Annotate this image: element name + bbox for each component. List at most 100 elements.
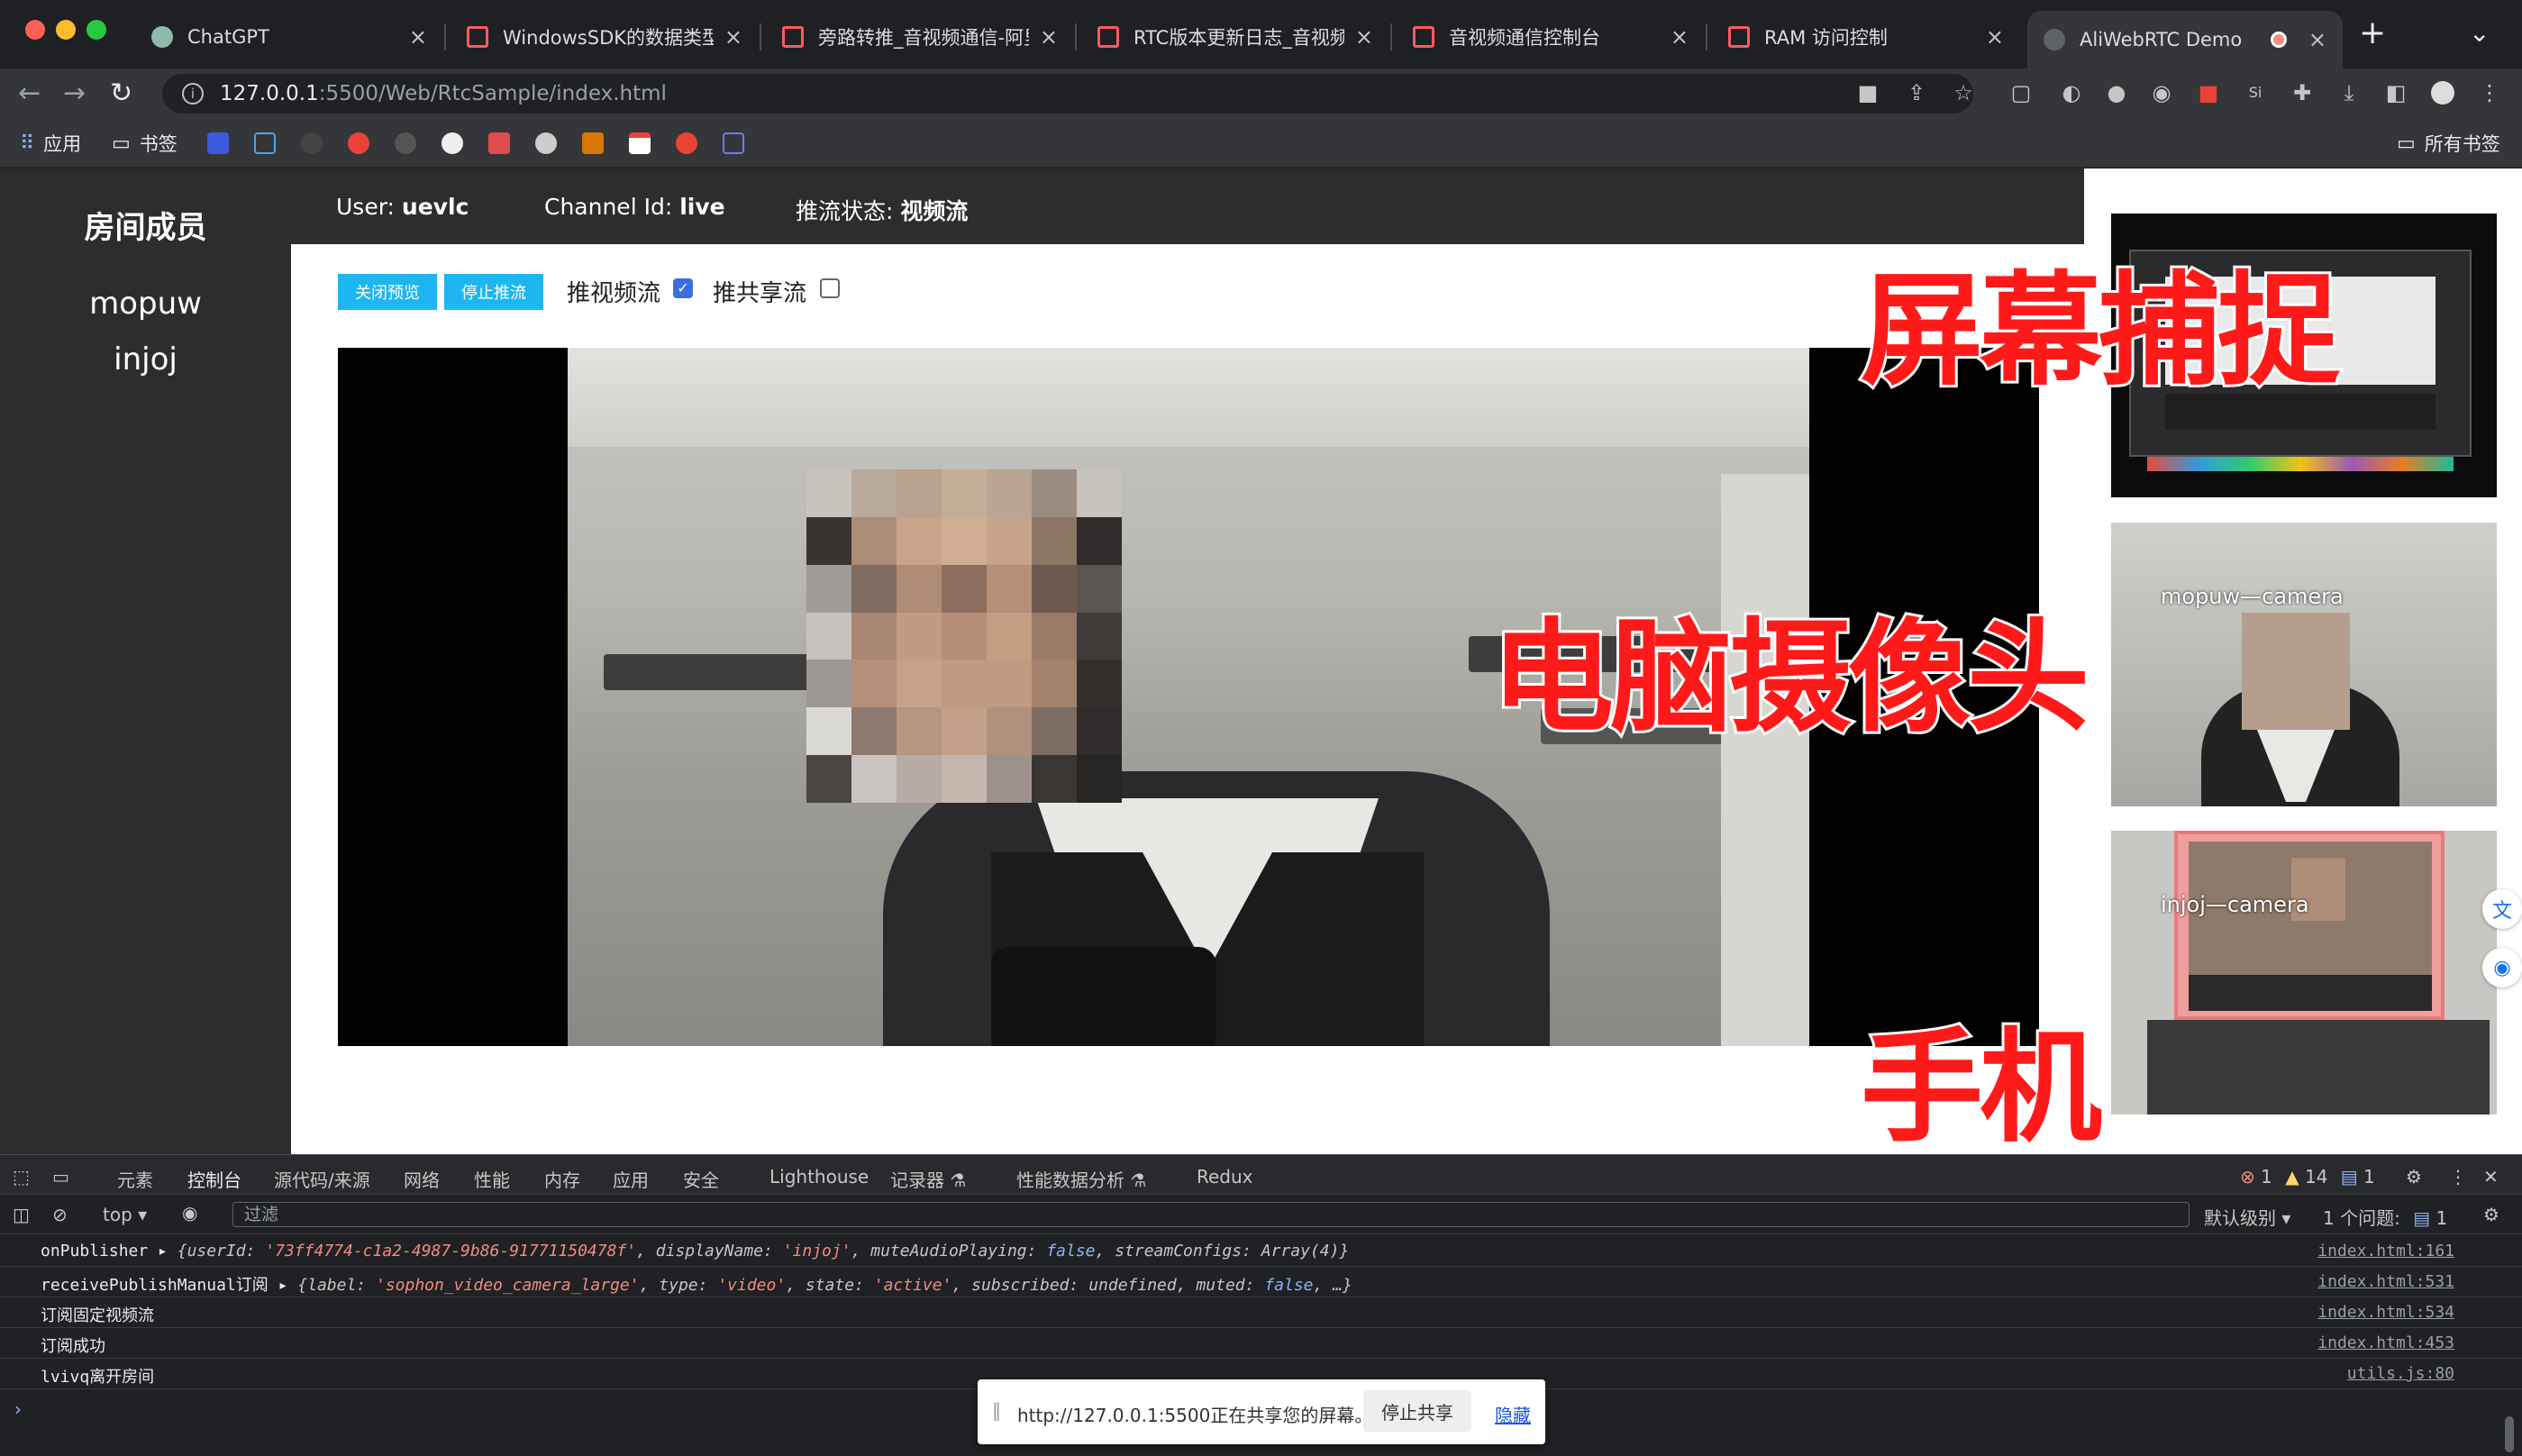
hide-link[interactable]: 隐藏 (1495, 1401, 1531, 1427)
tab-network[interactable]: 网络 (404, 1166, 440, 1192)
tab-sources[interactable]: 源代码/来源 (274, 1166, 370, 1192)
close-icon[interactable]: × (1986, 24, 2004, 50)
log-level-select[interactable]: 默认级别 ▾ (2204, 1204, 2290, 1230)
google-red-icon[interactable] (676, 132, 697, 154)
bird-icon[interactable] (535, 132, 557, 154)
tab-rtc-changelog[interactable]: RTC版本更新日志_音视频通 × (1081, 13, 1389, 61)
console-source-link[interactable]: index.html:531 (2317, 1272, 2454, 1291)
extension-icon[interactable]: ■ (2197, 81, 2220, 105)
tab-lighthouse[interactable]: Lighthouse (769, 1166, 869, 1188)
download-icon[interactable]: ⤓ (2337, 81, 2361, 105)
reload-icon[interactable]: ↻ (110, 77, 132, 109)
gmail-icon[interactable] (629, 132, 651, 154)
console-message[interactable]: 订阅固定视频流 index.html:534 (0, 1297, 2522, 1328)
info-icon[interactable]: i (182, 83, 204, 105)
inspect-icon[interactable]: ⬚ (13, 1166, 30, 1188)
puzzle-icon[interactable]: ✚ (2290, 81, 2314, 105)
extension-icon[interactable]: ● (2105, 81, 2128, 105)
google-red-icon[interactable] (348, 132, 369, 154)
error-count-badge[interactable]: ⊗ 1 ▲ 14 ▤ 1 (2240, 1166, 2375, 1188)
minimize-window-button[interactable] (56, 20, 76, 40)
address-bar[interactable]: i 127.0.0.1:5500/Web/RtcSample/index.htm… (162, 74, 1973, 114)
close-icon[interactable]: ✕ (2483, 1166, 2499, 1188)
lightning-icon[interactable] (582, 132, 604, 154)
extension-icon[interactable]: Si (2244, 81, 2267, 105)
share-icon[interactable]: ⇪ (1905, 81, 1928, 105)
star-icon[interactable]: ☆ (1952, 81, 1975, 105)
member-item[interactable]: injoj (0, 341, 291, 378)
x-icon[interactable] (723, 132, 744, 154)
tab-recorder[interactable]: 记录器 ⚗ (890, 1166, 966, 1192)
translate-icon[interactable] (488, 132, 510, 154)
tab-elements[interactable]: 元素 (117, 1166, 153, 1192)
push-share-checkbox[interactable] (820, 278, 840, 298)
close-icon[interactable]: × (1671, 24, 1689, 50)
chevron-down-icon[interactable]: ⌄ (2469, 18, 2490, 48)
clear-console-icon[interactable]: ⊘ (52, 1204, 68, 1225)
camera-icon[interactable]: ■ (1856, 81, 1880, 105)
tab-performance-insights[interactable]: 性能数据分析 ⚗ (1016, 1166, 1146, 1192)
console-settings-icon[interactable]: ⚙ (2483, 1204, 2499, 1225)
bookmark-folder[interactable]: ▭ 书签 (112, 130, 178, 157)
close-icon[interactable]: × (1355, 24, 1373, 50)
device-toggle-icon[interactable]: ▭ (52, 1166, 69, 1188)
translate-icon[interactable]: 文 (2482, 889, 2522, 929)
new-tab-button[interactable]: + (2359, 14, 2386, 51)
console-filter-input[interactable]: 过滤 (232, 1202, 2190, 1227)
bookmark-apps[interactable]: ⠿ 应用 (20, 130, 81, 157)
issues-button[interactable]: 1 个问题: ▤ 1 (2323, 1204, 2447, 1230)
maximize-window-button[interactable] (86, 20, 106, 40)
chat-icon[interactable] (442, 132, 463, 154)
back-icon[interactable]: ← (18, 77, 41, 109)
close-icon[interactable]: × (1040, 24, 1058, 50)
assistant-icon[interactable]: ◉ (2482, 948, 2522, 987)
all-bookmarks[interactable]: ▭ 所有书签 (2397, 130, 2500, 157)
extension-icon[interactable]: ◉ (2150, 81, 2173, 105)
tab-redux[interactable]: Redux (1197, 1166, 1253, 1188)
close-icon[interactable]: × (409, 24, 427, 50)
menu-icon[interactable]: ⋮ (2478, 81, 2501, 105)
console-source-link[interactable]: index.html:161 (2317, 1242, 2454, 1260)
context-selector[interactable]: top ▾ (103, 1204, 147, 1225)
tab-performance[interactable]: 性能 (474, 1166, 510, 1192)
extension-icon[interactable]: ▢ (2009, 81, 2033, 105)
tab-chatgpt[interactable]: ChatGPT × (135, 13, 443, 61)
forward-icon[interactable]: → (63, 77, 86, 109)
console-message[interactable]: receivePublishManual订阅 ▸ {label: 'sophon… (0, 1267, 2522, 1297)
tab-memory[interactable]: 内存 (544, 1166, 580, 1192)
console-source-link[interactable]: index.html:534 (2317, 1303, 2454, 1322)
close-icon[interactable]: × (2308, 27, 2326, 52)
close-icon[interactable]: × (724, 24, 742, 50)
tab-ram[interactable]: RAM 访问控制 × (1712, 13, 2020, 61)
extension-icon[interactable]: ◐ (2060, 81, 2083, 105)
remote-camera-thumb-mopuw[interactable]: mopuw—camera (2111, 523, 2497, 806)
circle-icon[interactable] (395, 132, 416, 154)
tab-rtc-console[interactable]: 音视频通信控制台 × (1397, 13, 1705, 61)
eye-icon[interactable]: ◉ (182, 1202, 197, 1224)
tab-security[interactable]: 安全 (683, 1166, 719, 1192)
tab-application[interactable]: 应用 (613, 1166, 649, 1192)
tab-aliwebrtc-demo[interactable]: AliWebRTC Demo × (2027, 11, 2343, 68)
console-message[interactable]: 订阅成功 index.html:453 (0, 1328, 2522, 1359)
drag-handle-icon[interactable]: ‖ (992, 1399, 1001, 1421)
sidepanel-icon[interactable]: ◧ (2384, 81, 2408, 105)
tab-bypass-push[interactable]: 旁路转推_音视频通信-阿里 × (766, 13, 1074, 61)
close-window-button[interactable] (25, 20, 45, 40)
push-video-checkbox[interactable]: ✓ (673, 278, 693, 298)
stop-push-button[interactable]: 停止推流 (444, 274, 543, 310)
console-source-link[interactable]: utils.js:80 (2347, 1364, 2454, 1383)
baidu-icon[interactable] (207, 132, 229, 154)
settings-icon[interactable]: ⚙ (2406, 1166, 2422, 1188)
avatar[interactable] (2431, 81, 2454, 105)
console-message[interactable]: onPublisher ▸ {userId: '73ff4774-c1a2-49… (0, 1236, 2522, 1267)
more-icon[interactable]: ⋮ (2449, 1166, 2467, 1188)
console-source-link[interactable]: index.html:453 (2317, 1333, 2454, 1352)
scrollbar[interactable] (2505, 1416, 2514, 1452)
member-item[interactable]: mopuw (0, 286, 291, 322)
console-prompt-icon[interactable]: › (14, 1398, 22, 1420)
github-icon[interactable] (301, 132, 323, 154)
close-preview-button[interactable]: 关闭预览 (338, 274, 437, 310)
sidebar-toggle-icon[interactable]: ◫ (13, 1204, 30, 1225)
tab-windows-sdk[interactable]: WindowsSDK的数据类型_i × (451, 13, 759, 61)
stop-sharing-button[interactable]: 停止共享 (1363, 1390, 1471, 1432)
